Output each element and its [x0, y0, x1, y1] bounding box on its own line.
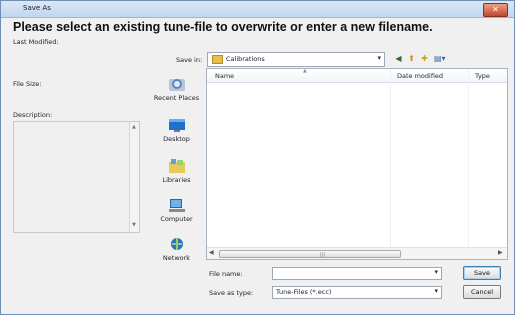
desktop-icon: [168, 119, 185, 132]
network-icon: [170, 238, 183, 250]
scroll-right-icon[interactable]: ▶: [498, 249, 503, 256]
up-folder-icon[interactable]: ⬆: [406, 53, 417, 64]
places-bar: Recent Places Desktop Libraries Computer…: [149, 74, 204, 296]
save-in-label: Save in:: [176, 56, 203, 64]
description-box[interactable]: ▲ ▼: [13, 121, 140, 233]
place-network[interactable]: Network: [149, 236, 204, 262]
save-as-type-label: Save as type:: [209, 289, 254, 297]
column-divider: [468, 69, 469, 259]
scrollbar-grip-icon: |||: [320, 252, 326, 258]
computer-icon: [168, 199, 185, 212]
place-computer[interactable]: Computer: [149, 197, 204, 223]
cancel-button[interactable]: Cancel: [463, 285, 501, 299]
column-name[interactable]: Name: [215, 72, 234, 80]
file-name-input[interactable]: ▾: [272, 267, 442, 280]
place-libraries[interactable]: Libraries: [149, 158, 204, 184]
close-button[interactable]: ✕: [483, 3, 508, 17]
file-size-label: File Size:: [13, 80, 42, 88]
save-in-dropdown[interactable]: Calibrations ▾: [207, 52, 385, 67]
place-label: Libraries: [162, 176, 191, 184]
save-button[interactable]: Save: [463, 266, 501, 280]
place-desktop[interactable]: Desktop: [149, 117, 204, 143]
chevron-down-icon: ▾: [434, 268, 438, 276]
column-date-modified[interactable]: Date modified: [397, 72, 443, 80]
column-type[interactable]: Type: [475, 72, 490, 80]
file-list-horizontal-scrollbar[interactable]: ◀ ||| ▶: [207, 247, 507, 259]
place-label: Desktop: [163, 135, 190, 143]
scroll-down-icon[interactable]: ▼: [132, 222, 136, 228]
back-icon[interactable]: ◀: [393, 53, 404, 64]
save-in-value: Calibrations: [226, 55, 265, 63]
folder-icon: [212, 55, 223, 64]
instruction-heading: Please select an existing tune-file to o…: [13, 20, 433, 34]
file-list-header: Name ▲ Date modified Type: [207, 68, 507, 83]
window-title: Save As: [23, 4, 51, 12]
views-menu-icon[interactable]: ▤▾: [434, 53, 446, 64]
place-label: Recent Places: [153, 94, 200, 102]
sort-indicator-icon: ▲: [303, 68, 307, 74]
chevron-down-icon: ▾: [434, 287, 438, 295]
new-folder-icon[interactable]: ✚: [419, 53, 430, 64]
column-divider: [390, 69, 391, 259]
chevron-down-icon: ▾: [377, 54, 381, 62]
save-as-type-dropdown[interactable]: Tune-Files (*.ecc) ▾: [272, 286, 442, 299]
description-scrollbar[interactable]: ▲ ▼: [129, 122, 139, 232]
save-as-dialog: Save As ✕ Please select an existing tune…: [0, 0, 515, 315]
save-as-type-value: Tune-Files (*.ecc): [276, 288, 332, 296]
place-label: Network: [162, 254, 191, 262]
scrollbar-thumb[interactable]: |||: [219, 250, 401, 258]
scroll-up-icon[interactable]: ▲: [132, 124, 136, 130]
file-name-label: File name:: [209, 270, 243, 278]
last-modified-label: Last Modified:: [13, 38, 59, 46]
description-label: Description:: [13, 111, 53, 119]
file-list[interactable]: Name ▲ Date modified Type ◀ ||| ▶: [206, 68, 508, 260]
scroll-left-icon[interactable]: ◀: [209, 249, 214, 256]
recent-places-icon: [168, 79, 185, 91]
close-icon: ✕: [492, 5, 499, 14]
libraries-icon: [168, 159, 185, 173]
place-recent-places[interactable]: Recent Places: [149, 76, 204, 102]
place-label: Computer: [160, 215, 193, 223]
title-bar: Save As ✕: [1, 1, 514, 18]
